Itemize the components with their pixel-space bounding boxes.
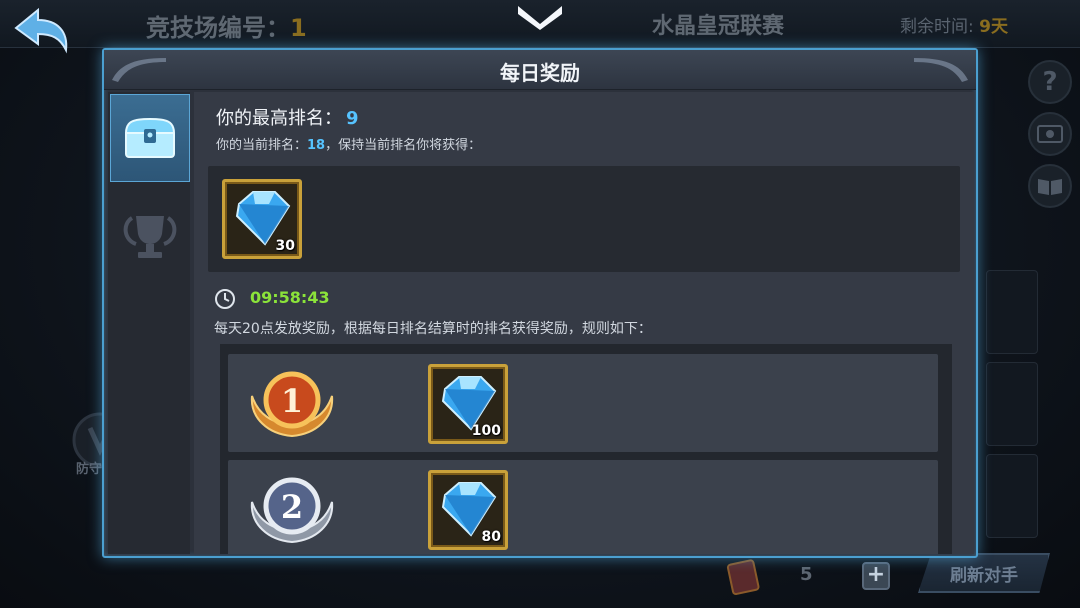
gold-medal-icon: 1 [250, 371, 334, 438]
arena-label-text: 竞技场编号： [146, 14, 290, 42]
clock-icon [215, 289, 235, 309]
current-rank-suffix: ，保持当前排名你将获得： [325, 138, 482, 153]
reward-item[interactable]: 80 [428, 470, 508, 550]
time-left: 剩余时间: 9天 [900, 12, 1008, 37]
current-rank: 你的当前排名：18，保持当前排名你将获得： [216, 134, 481, 153]
rule-description: 每天20点发放奖励，根据每日排名结算时的排名获得奖励，规则如下： [214, 321, 652, 337]
rank-number: 1 [281, 382, 303, 420]
silver-medal-icon: 2 [250, 477, 334, 544]
back-arrow-icon [14, 7, 68, 54]
defense-label: 防守 [76, 462, 103, 477]
help-button[interactable]: ? [1028, 60, 1072, 104]
item-quantity: 100 [471, 423, 501, 439]
arena-label: 竞技场编号：1 [146, 8, 307, 43]
ticket-icon [726, 559, 760, 596]
reward-item[interactable]: 100 [428, 364, 508, 444]
tab-daily-reward[interactable] [110, 94, 190, 182]
time-left-label: 剩余时间: [900, 17, 974, 37]
best-rank-label: 你的最高排名： [216, 108, 342, 129]
current-rank-label: 你的当前排名： [216, 138, 308, 153]
current-rank-value: 18 [307, 138, 326, 153]
tab-column [108, 92, 190, 554]
rank-number: 2 [281, 488, 303, 526]
opponent-card[interactable] [986, 362, 1038, 446]
treasure-chest-icon [124, 117, 176, 158]
book-button[interactable] [1028, 164, 1072, 208]
modal-header: 每日奖励 [104, 50, 976, 90]
league-title: 水晶皇冠联赛 [652, 14, 785, 39]
best-rank: 你的最高排名： 9 [216, 104, 359, 130]
daily-reward-modal: 每日奖励 你的最高排名： 9 你的当前排名：18，保持当前排名你将获得： 30 … [102, 48, 978, 558]
opponent-card[interactable] [986, 454, 1038, 538]
reward-item[interactable]: 30 [222, 179, 302, 259]
item-quantity: 80 [481, 529, 501, 545]
arena-number: 1 [290, 14, 307, 42]
back-button[interactable] [10, 4, 74, 54]
book-icon [1038, 179, 1062, 195]
current-reward-box: 30 [208, 166, 960, 272]
collapse-button[interactable] [512, 0, 568, 32]
rank-reward-row: 1 100 [228, 354, 938, 452]
ticket-count: 5 [800, 564, 813, 585]
chevron-down-icon [518, 6, 562, 30]
rank-reward-list[interactable]: 1 100 2 80 [220, 344, 952, 554]
top-bar: 竞技场编号：1 水晶皇冠联赛 剩余时间: 9天 [0, 0, 1080, 54]
reward-content: 你的最高排名： 9 你的当前排名：18，保持当前排名你将获得： 30 09:58:… [194, 92, 974, 554]
card-icon [1037, 125, 1063, 143]
modal-title: 每日奖励 [500, 61, 580, 85]
opponent-card[interactable] [986, 270, 1038, 354]
best-rank-value: 9 [346, 108, 359, 129]
refresh-opponents-button[interactable]: 刷新对手 [918, 553, 1050, 593]
time-left-value: 9天 [979, 17, 1008, 37]
help-icon: ? [1042, 67, 1058, 97]
item-quantity: 30 [275, 238, 295, 254]
card-button[interactable] [1028, 112, 1072, 156]
countdown-timer: 09:58:43 [250, 288, 330, 307]
trophy-icon [123, 216, 177, 258]
tab-season-reward[interactable] [110, 192, 190, 280]
add-ticket-button[interactable]: + [862, 562, 890, 590]
rank-reward-row: 2 80 [228, 460, 938, 554]
